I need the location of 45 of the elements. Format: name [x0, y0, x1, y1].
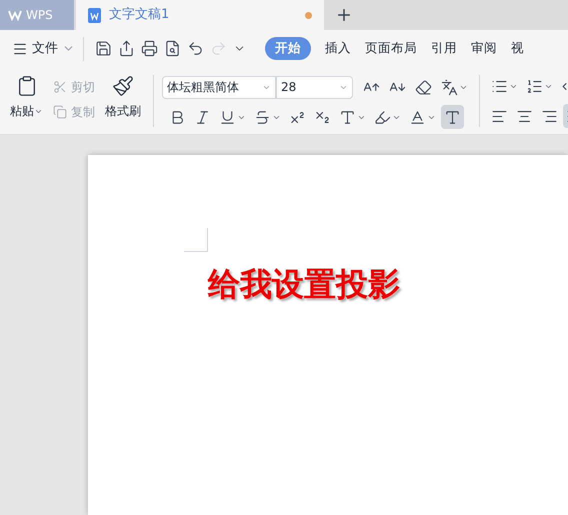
underline-icon [219, 108, 236, 126]
character-shading-icon [444, 108, 461, 126]
share-icon[interactable] [118, 40, 135, 57]
phonetic-guide-icon [441, 78, 458, 96]
plus-icon [335, 6, 353, 24]
caret-icon [544, 82, 553, 91]
format-painter-label: 格式刷 [105, 103, 141, 120]
paintbrush-icon [112, 75, 134, 97]
text-effect-icon [339, 108, 356, 126]
ribbon-tab[interactable]: 审阅 [471, 37, 497, 60]
save-icon[interactable] [95, 40, 112, 57]
heading-text: 给我设置投影 [208, 264, 401, 305]
paste-button[interactable]: 粘贴 [10, 75, 43, 134]
caret-icon [509, 82, 518, 91]
format-painter-button[interactable]: 格式刷 [105, 75, 141, 134]
ribbon-tab[interactable]: 引用 [431, 37, 457, 60]
print-icon[interactable] [141, 40, 158, 57]
document-icon [88, 8, 101, 22]
file-menu-label: 文件 [32, 40, 58, 58]
font-family-value: 体坛粗黑简体 [167, 79, 239, 96]
strikethrough-icon [254, 108, 271, 126]
highlighter-icon [374, 108, 391, 126]
copy-label: 复制 [71, 104, 95, 121]
character-shading-button[interactable] [441, 105, 464, 129]
ribbon-tab[interactable]: 页面布局 [365, 37, 417, 60]
font-color-icon [409, 108, 426, 126]
bullet-list-icon [491, 78, 508, 95]
ribbon-tab[interactable]: 插入 [325, 37, 351, 60]
ribbon-tab[interactable]: 视 [511, 37, 524, 60]
copy-icon [53, 105, 67, 119]
eraser-icon [415, 78, 432, 96]
file-menu[interactable]: 文件 [12, 38, 75, 58]
font-size-value: 28 [281, 79, 296, 96]
font-family-select[interactable]: 体坛粗黑简体 [162, 76, 276, 98]
undo-icon[interactable] [187, 40, 204, 57]
cut-label: 剪切 [71, 79, 95, 96]
scissors-icon [53, 80, 67, 94]
font-size-select[interactable]: 28 [276, 76, 353, 98]
numbered-list-icon [526, 78, 543, 95]
preview-icon[interactable] [164, 40, 181, 57]
italic-icon [194, 108, 211, 126]
w-logo-icon [8, 9, 22, 21]
document-tab[interactable]: 文字文稿1 [76, 0, 324, 30]
paste-label: 粘贴 [10, 103, 34, 120]
margin-corner-mark [184, 228, 208, 252]
